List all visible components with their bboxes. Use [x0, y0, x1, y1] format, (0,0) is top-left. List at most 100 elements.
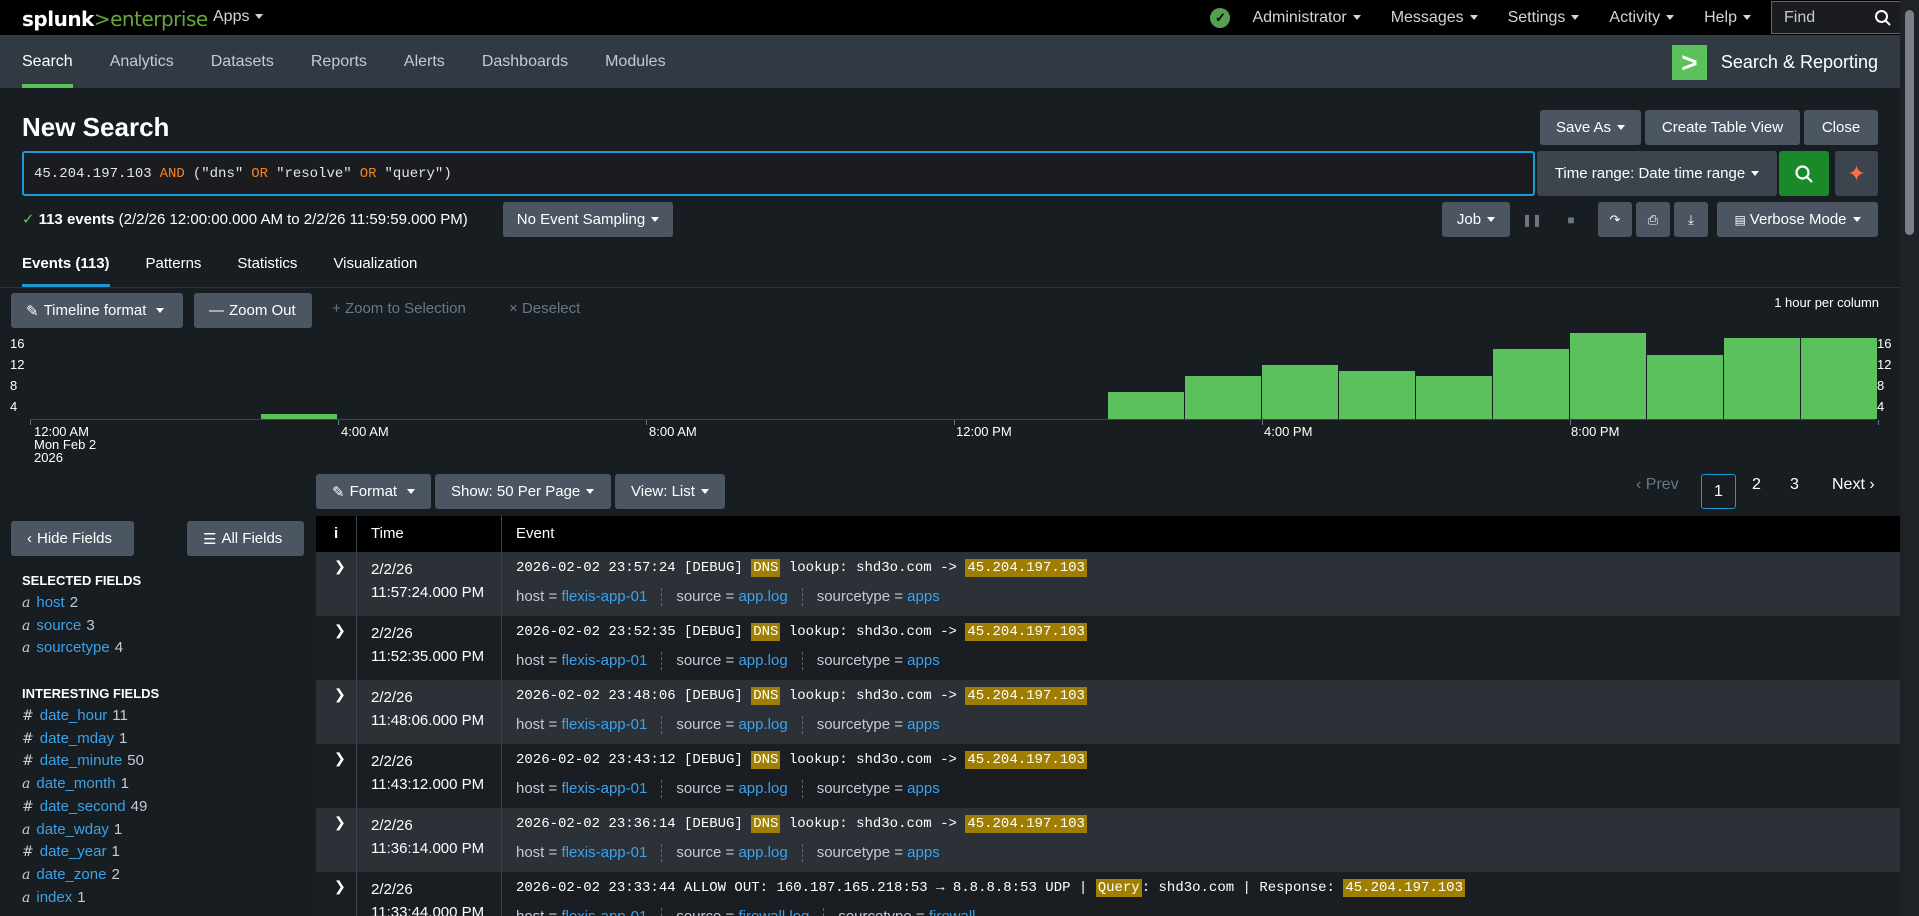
timeline-bar[interactable] [1108, 392, 1185, 419]
export-icon[interactable]: ⤓ [1674, 202, 1708, 237]
tab-events[interactable]: Events (113) [22, 255, 110, 287]
deselect-button[interactable]: × Deselect [509, 300, 580, 317]
tab-search[interactable]: Search [22, 35, 73, 88]
table-row[interactable]: ❯ 2/2/26 11:48:06.000 PM 2026-02-02 23:48:0… [316, 680, 1900, 744]
field-item[interactable]: # date_hour 11 [22, 707, 128, 724]
per-page-dropdown[interactable]: Show: 50 Per Page [435, 474, 611, 509]
splunk-logo[interactable]: splunk>enterprise [22, 7, 208, 31]
messages-menu[interactable]: Messages [1391, 9, 1478, 27]
stop-icon[interactable]: ■ [1556, 202, 1586, 237]
event-sampling-dropdown[interactable]: No Event Sampling [503, 202, 673, 237]
table-row[interactable]: ❯ 2/2/26 11:36:14.000 PM 2026-02-02 23:36:1… [316, 808, 1900, 872]
host-value[interactable]: flexis-app-01 [561, 652, 647, 669]
host-value[interactable]: flexis-app-01 [561, 844, 647, 861]
tab-analytics[interactable]: Analytics [110, 35, 174, 88]
job-menu[interactable]: Job [1442, 202, 1510, 237]
sourcetype-value[interactable]: firewall [929, 908, 976, 916]
page-2-button[interactable]: 2 [1752, 476, 1761, 494]
tab-dashboards[interactable]: Dashboards [482, 35, 568, 88]
field-name[interactable]: index [36, 889, 72, 906]
timeline-bar[interactable] [1724, 338, 1801, 419]
page-3-button[interactable]: 3 [1790, 476, 1799, 494]
field-name[interactable]: date_zone [36, 866, 106, 883]
info-column-header[interactable]: i [334, 525, 338, 542]
expand-row-icon[interactable]: ❯ [334, 878, 346, 895]
close-button[interactable]: Close [1804, 110, 1878, 145]
event-time[interactable]: 2/2/26 11:43:12.000 PM [371, 750, 484, 796]
field-name[interactable]: date_year [40, 843, 107, 860]
sourcetype-value[interactable]: apps [907, 588, 940, 605]
search-term-highlight[interactable]: 45.204.197.103 [965, 559, 1087, 577]
search-term-highlight[interactable]: DNS [751, 687, 781, 705]
source-value[interactable]: app.log [738, 844, 787, 861]
field-item[interactable]: # date_year 1 [22, 843, 120, 860]
run-search-button[interactable] [1779, 151, 1829, 196]
search-term-highlight[interactable]: 45.204.197.103 [1343, 879, 1465, 897]
health-status-icon[interactable]: ✓ [1210, 7, 1231, 28]
event-time[interactable]: 2/2/26 11:57:24.000 PM [371, 558, 484, 604]
expand-row-icon[interactable]: ❯ [334, 686, 346, 703]
timeline-format-button[interactable]: ✎ Timeline format [11, 293, 183, 328]
page-1-button[interactable]: 1 [1701, 474, 1736, 509]
table-row[interactable]: ❯ 2/2/26 11:43:12.000 PM 2026-02-02 23:43:1… [316, 744, 1900, 808]
timeline-bar[interactable] [1416, 376, 1493, 419]
scrollbar-thumb[interactable] [1905, 10, 1914, 235]
search-term-highlight[interactable]: DNS [751, 751, 781, 769]
expand-row-icon[interactable]: ❯ [334, 558, 346, 575]
tab-patterns[interactable]: Patterns [146, 255, 202, 287]
save-as-button[interactable]: Save As [1540, 110, 1641, 145]
field-name[interactable]: date_second [40, 798, 126, 815]
create-table-view-button[interactable]: Create Table View [1645, 110, 1800, 145]
timeline-bar[interactable] [1570, 333, 1647, 419]
host-value[interactable]: flexis-app-01 [561, 908, 647, 916]
table-row[interactable]: ❯ 2/2/26 11:52:35.000 PM 2026-02-02 23:52:3… [316, 616, 1900, 680]
sourcetype-value[interactable]: apps [907, 844, 940, 861]
view-dropdown[interactable]: View: List [615, 474, 725, 509]
sourcetype-value[interactable]: apps [907, 652, 940, 669]
expand-row-icon[interactable]: ❯ [334, 814, 346, 831]
ai-assistant-button[interactable]: ✦ [1835, 151, 1878, 196]
source-value[interactable]: app.log [738, 588, 787, 605]
timeline-bar[interactable] [1647, 354, 1724, 419]
next-page-button[interactable]: Next › [1832, 476, 1875, 494]
field-name[interactable]: date_minute [40, 752, 123, 769]
print-icon[interactable]: ⎙ [1636, 202, 1670, 237]
hide-fields-button[interactable]: ‹ Hide Fields [11, 521, 134, 556]
search-term-highlight[interactable]: 45.204.197.103 [965, 751, 1087, 769]
zoom-out-button[interactable]: — Zoom Out [194, 293, 312, 328]
tab-reports[interactable]: Reports [311, 35, 367, 88]
time-column-header[interactable]: Time [371, 525, 404, 542]
table-row[interactable]: ❯ 2/2/26 11:33:44.000 PM 2026-02-02 23:33:4… [316, 872, 1900, 916]
search-term-highlight[interactable]: DNS [751, 815, 781, 833]
field-item[interactable]: a date_zone 2 [22, 866, 120, 883]
field-item[interactable]: # date_minute 50 [22, 752, 144, 769]
search-term-highlight[interactable]: 45.204.197.103 [965, 623, 1087, 641]
field-name[interactable]: source [36, 617, 81, 634]
activity-menu[interactable]: Activity [1609, 9, 1675, 27]
sourcetype-value[interactable]: apps [907, 780, 940, 797]
administrator-menu[interactable]: Administrator [1252, 9, 1361, 27]
field-name[interactable]: sourcetype [36, 639, 109, 656]
tab-datasets[interactable]: Datasets [211, 35, 274, 88]
timeline-bar[interactable] [1185, 376, 1262, 419]
search-term-highlight[interactable]: 45.204.197.103 [965, 687, 1087, 705]
source-value[interactable]: app.log [738, 716, 787, 733]
event-time[interactable]: 2/2/26 11:33:44.000 PM [371, 878, 484, 916]
timeline-bar[interactable] [1801, 338, 1878, 419]
field-item[interactable]: a index 1 [22, 889, 86, 906]
settings-menu[interactable]: Settings [1508, 9, 1580, 27]
timeline-bar[interactable] [1339, 370, 1416, 419]
expand-row-icon[interactable]: ❯ [334, 750, 346, 767]
pause-icon[interactable]: ❚❚ [1517, 202, 1547, 237]
field-item[interactable]: a sourcetype 4 [22, 639, 123, 656]
host-value[interactable]: flexis-app-01 [561, 588, 647, 605]
source-value[interactable]: app.log [738, 780, 787, 797]
tab-alerts[interactable]: Alerts [404, 35, 445, 88]
timeline-bar[interactable] [1262, 365, 1339, 419]
search-icon[interactable] [1874, 9, 1892, 27]
search-term-highlight[interactable]: 45.204.197.103 [965, 815, 1087, 833]
apps-menu[interactable]: Apps [213, 8, 264, 26]
host-value[interactable]: flexis-app-01 [561, 780, 647, 797]
all-fields-button[interactable]: ☰ All Fields [187, 521, 304, 556]
app-title[interactable]: > Search & Reporting [1671, 45, 1878, 80]
